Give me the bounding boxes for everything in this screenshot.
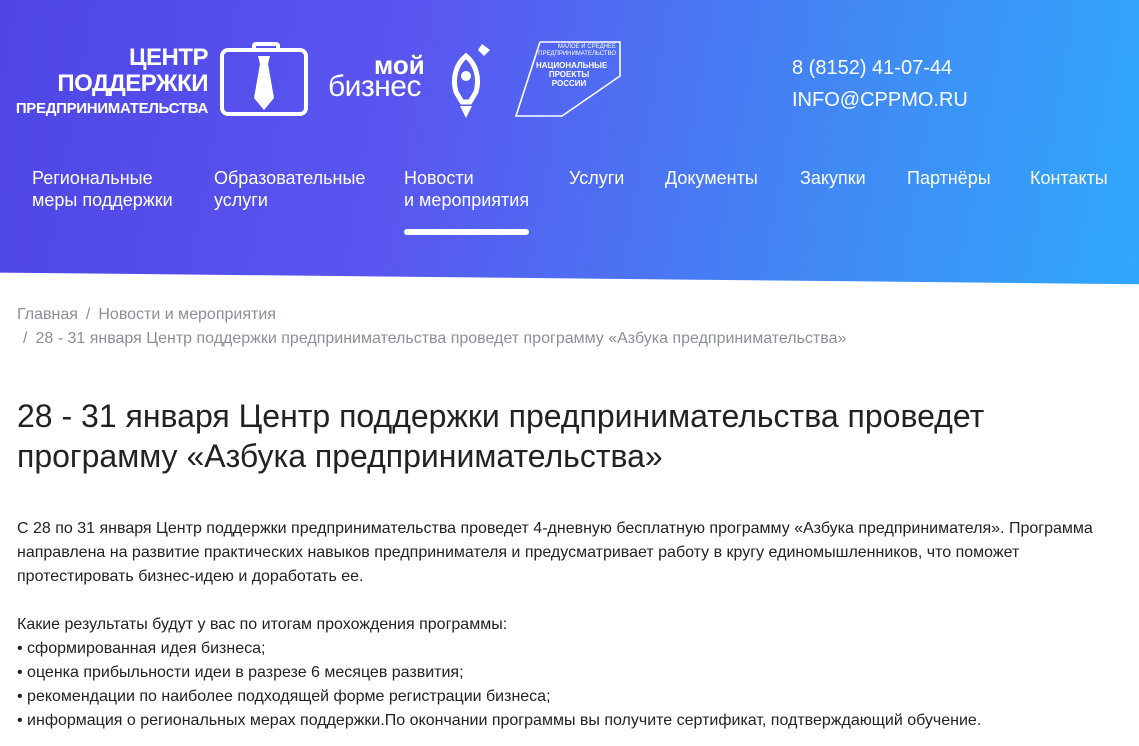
nav-label-line1: Услуги <box>569 168 625 188</box>
nav-regional-support[interactable]: Региональные меры поддержки <box>32 167 173 211</box>
nav-documents[interactable]: Документы <box>665 167 758 189</box>
nav-contacts[interactable]: Контакты <box>1030 167 1108 189</box>
centr-logo-line1: ЦЕНТР <box>128 44 209 71</box>
nav-label-line2: услуги <box>214 190 268 210</box>
phone-link[interactable]: 8 (8152) 41-07-44 <box>792 52 968 84</box>
national-projects-caption: МАЛОЕ И СРЕДНЕЕ ПРЕДПРИНИМАТЕЛЬСТВО <box>538 44 616 57</box>
nav-label-line1: Закупки <box>800 168 866 188</box>
breadcrumb: Главная / Новости и мероприятия / 28 - 31 я… <box>17 303 1117 351</box>
breadcrumb-home-link[interactable]: Главная <box>17 306 78 323</box>
nav-procurement[interactable]: Закупки <box>800 167 866 189</box>
list-item: • оценка прибыльности идеи в разрезе 6 м… <box>17 664 464 681</box>
national-projects-logo[interactable]: МАЛОЕ И СРЕДНЕЕ ПРЕДПРИНИМАТЕЛЬСТВО НАЦИ… <box>514 40 622 120</box>
nav-label-line1: Контакты <box>1030 168 1108 188</box>
nav-educational-services[interactable]: Образовательные услуги <box>214 167 365 211</box>
article-body: С 28 по 31 января Центр поддержки предпр… <box>17 517 1127 733</box>
nav-label-line1: Партнёры <box>907 168 991 188</box>
moi-biznes-logo-biznes: бизнес <box>328 70 421 103</box>
nav-label-line1: Образовательные <box>214 168 366 188</box>
list-item: • рекомендации по наиболее подходящей фо… <box>17 688 551 705</box>
nav-label-line1: Новости <box>404 168 474 188</box>
centr-logo-line3: ПРЕДПРИНИМАТЕЛЬСТВА <box>15 100 208 117</box>
results-heading: Какие результаты будут у вас по итогам п… <box>17 616 508 633</box>
email-link[interactable]: INFO@CPPMO.RU <box>792 84 968 116</box>
nav-label-line1: Документы <box>665 168 758 188</box>
rocket-icon <box>451 44 490 118</box>
centr-logo-line2: ПОДДЕРЖКИ <box>57 70 208 97</box>
breadcrumb-current: 28 - 31 января Центр поддержки предприни… <box>35 330 847 347</box>
moi-biznes-logo[interactable]: мой бизнес <box>328 42 492 118</box>
briefcase-tie-icon <box>220 42 308 116</box>
nav-label-line1: Региональные <box>32 168 153 188</box>
centr-logo[interactable]: ЦЕНТР ПОДДЕРЖКИ ПРЕДПРИНИМАТЕЛЬСТВА <box>16 40 308 120</box>
nav-news-events[interactable]: Новости и мероприятия <box>404 167 529 211</box>
page-title: 28 - 31 января Центр поддержки предприни… <box>17 398 985 474</box>
breadcrumb-section-link[interactable]: Новости и мероприятия <box>98 306 276 323</box>
breadcrumb-separator: / <box>23 330 28 347</box>
nav-label-line2: меры поддержки <box>32 190 173 210</box>
header-contacts: 8 (8152) 41-07-44 INFO@CPPMO.RU <box>792 52 968 116</box>
list-item: • сформированная идея бизнеса; <box>17 640 266 657</box>
nav-label-line2: и мероприятия <box>404 190 530 210</box>
nav-services[interactable]: Услуги <box>569 167 624 189</box>
breadcrumb-separator: / <box>85 306 91 323</box>
national-projects-title: НАЦИОНАЛЬНЫЕ ПРОЕКТЫ РОССИИ <box>536 61 608 88</box>
list-item: • информация о региональных мерах поддер… <box>17 712 982 729</box>
article-intro: С 28 по 31 января Центр поддержки предпр… <box>17 520 1093 585</box>
nav-partners[interactable]: Партнёры <box>907 167 991 189</box>
nav-active-indicator <box>404 229 529 235</box>
